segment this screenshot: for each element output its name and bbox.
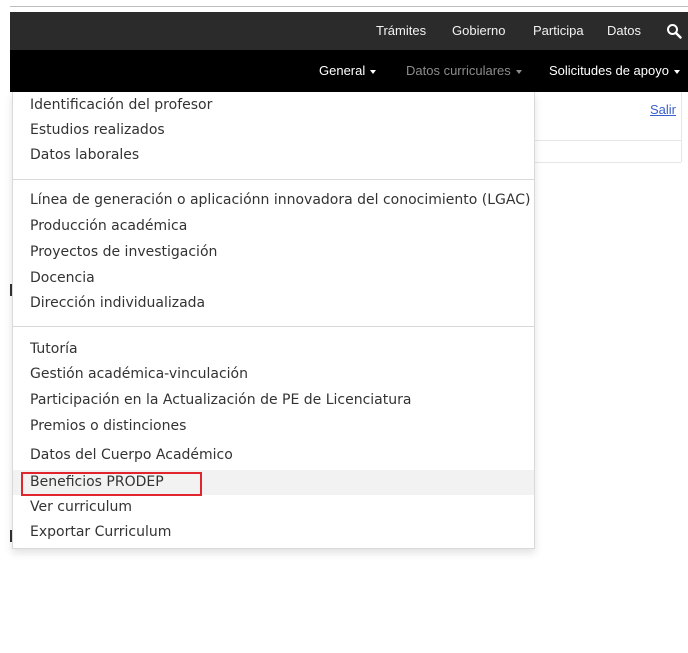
gov-link-gobierno[interactable]: Gobierno bbox=[452, 12, 505, 50]
menu-item-direccion[interactable]: Dirección individualizada bbox=[13, 291, 534, 316]
gov-link-participa[interactable]: Participa bbox=[533, 12, 584, 50]
gov-link-datos[interactable]: Datos bbox=[607, 12, 641, 50]
background-divider bbox=[535, 162, 681, 163]
menu-item-ver-curriculum[interactable]: Ver curriculum bbox=[13, 495, 534, 520]
top-rule bbox=[10, 6, 688, 7]
page: Trámites Gobierno Participa Datos Genera… bbox=[0, 0, 688, 653]
datos-curriculares-dropdown: Identificación del profesor Estudios rea… bbox=[12, 92, 535, 549]
salir-link[interactable]: Salir bbox=[650, 102, 676, 117]
caret-down-icon bbox=[370, 69, 377, 74]
menu-item-exportar-curriculum[interactable]: Exportar Curriculum bbox=[13, 520, 534, 545]
menu-item-tutoria[interactable]: Tutoría bbox=[13, 337, 534, 362]
gov-top-bar: Trámites Gobierno Participa Datos bbox=[10, 12, 688, 50]
menu-item-proyectos[interactable]: Proyectos de investigación bbox=[13, 240, 534, 265]
nav-general-label: General bbox=[319, 63, 366, 78]
main-nav: General Datos curriculares Solicitudes d… bbox=[10, 50, 688, 92]
nav-datos-curriculares[interactable]: Datos curriculares bbox=[406, 50, 522, 92]
menu-item-produccion[interactable]: Producción académica bbox=[13, 214, 534, 239]
menu-item-estudios[interactable]: Estudios realizados bbox=[13, 118, 534, 143]
search-icon[interactable] bbox=[666, 23, 682, 39]
menu-item-cuerpo-academico[interactable]: Datos del Cuerpo Académico bbox=[13, 443, 534, 468]
nav-general[interactable]: General bbox=[319, 50, 377, 92]
caret-down-icon bbox=[515, 69, 522, 74]
menu-item-participacion[interactable]: Participación en la Actualización de PE … bbox=[13, 388, 534, 413]
menu-divider bbox=[13, 326, 534, 327]
menu-item-beneficios-prodep[interactable]: Beneficios PRODEP bbox=[13, 470, 534, 495]
gov-link-tramites[interactable]: Trámites bbox=[376, 12, 426, 50]
menu-item-premios[interactable]: Premios o distinciones bbox=[13, 414, 534, 439]
menu-item-gestion[interactable]: Gestión académica-vinculación bbox=[13, 362, 534, 387]
menu-item-docencia[interactable]: Docencia bbox=[13, 266, 534, 291]
menu-item-identificacion[interactable]: Identificación del profesor bbox=[13, 93, 534, 118]
nav-solicitudes-label: Solicitudes de apoyo bbox=[549, 63, 669, 78]
menu-divider bbox=[13, 179, 534, 180]
menu-item-lgac[interactable]: Línea de generación o aplicaciónn innova… bbox=[13, 188, 534, 213]
nav-solicitudes-de-apoyo[interactable]: Solicitudes de apoyo bbox=[549, 50, 680, 92]
caret-down-icon bbox=[673, 69, 680, 74]
menu-item-datos-laborales[interactable]: Datos laborales bbox=[13, 143, 534, 168]
background-divider bbox=[535, 140, 681, 141]
nav-datos-curriculares-label: Datos curriculares bbox=[406, 63, 511, 78]
